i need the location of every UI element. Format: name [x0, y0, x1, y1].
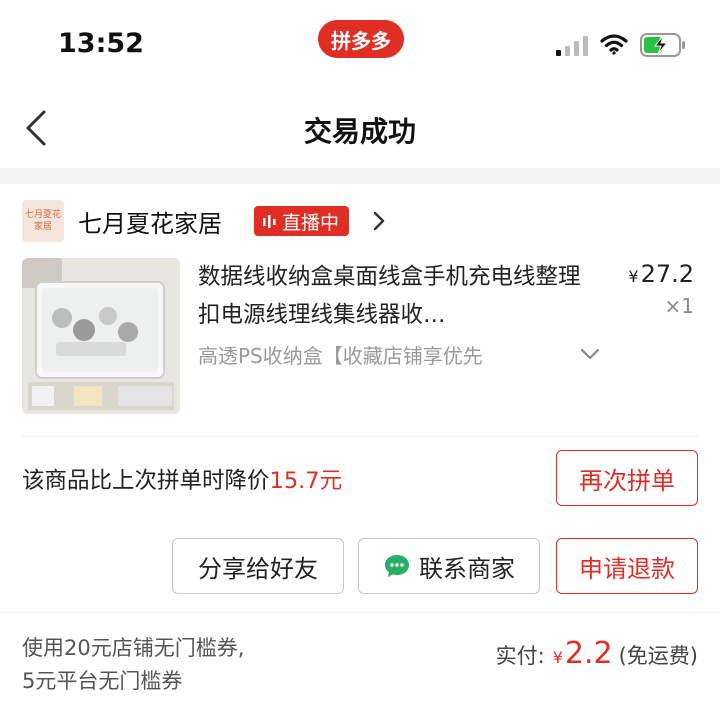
- product-photo: [22, 258, 180, 414]
- store-logo[interactable]: 七月夏花 家居: [22, 200, 64, 242]
- nav-bar: 交易成功: [0, 88, 720, 168]
- price-currency: ¥: [628, 267, 639, 286]
- store-logo-text-line1: 七月夏花: [24, 210, 61, 220]
- coupon-info: 使用20元店铺无门槛券, 5元平台无门槛券: [22, 632, 244, 698]
- divider: [0, 612, 720, 613]
- product-price: ¥27.2: [628, 260, 694, 288]
- divider: [22, 436, 698, 437]
- live-bars-icon: [263, 215, 276, 228]
- paid-currency: ¥: [552, 648, 563, 667]
- product-spec[interactable]: 高透PS收纳盒【收藏店铺享优先: [198, 340, 558, 369]
- price-value: 27.2: [640, 260, 694, 288]
- wifi-icon: [600, 34, 628, 55]
- battery-charging-icon: [640, 33, 685, 57]
- pinduoduo-logo: 拼多多: [318, 20, 404, 58]
- paid-summary: 实付: ¥ 2.2 (免运费): [496, 636, 698, 671]
- coupon-line-1: 使用20元店铺无门槛券,: [22, 636, 245, 660]
- page-title: 交易成功: [303, 115, 416, 148]
- live-badge-label: 直播中: [282, 211, 340, 234]
- share-button[interactable]: 分享给好友: [172, 538, 344, 594]
- paid-amount: 2.2: [564, 636, 613, 671]
- refund-button[interactable]: 申请退款: [556, 538, 698, 594]
- contact-seller-button[interactable]: 联系商家: [358, 538, 540, 594]
- store-name[interactable]: 七月夏花家居: [78, 204, 222, 239]
- shipping-note: (免运费): [618, 644, 698, 668]
- product-title[interactable]: 数据线收纳盒桌面线盒手机充电线整理扣电源线理线集线器收…: [198, 258, 598, 334]
- price-drop-notice: 该商品比上次拼单时降价15.7元: [22, 463, 342, 495]
- paid-label: 实付:: [495, 644, 545, 668]
- reorder-button[interactable]: 再次拼单: [556, 450, 698, 506]
- product-image[interactable]: [22, 258, 180, 414]
- status-bar: 13:52 拼多多: [0, 0, 720, 88]
- store-logo-text-line2: 家居: [33, 222, 52, 232]
- price-drop-text: 该商品比上次拼单时降价: [22, 468, 270, 494]
- price-drop-amount: 15.7元: [269, 468, 343, 494]
- product-title-text: 数据线收纳盒桌面线盒手机充电线整理扣电源线理线集线器收…: [198, 264, 581, 328]
- signal-icon: [556, 36, 588, 56]
- chat-icon: [385, 555, 409, 577]
- status-time: 13:52: [58, 28, 144, 59]
- section-gap: [0, 168, 720, 184]
- coupon-line-2: 5元平台无门槛券: [22, 669, 183, 693]
- contact-seller-label: 联系商家: [419, 554, 515, 583]
- product-quantity: ×1: [664, 294, 694, 318]
- chevron-right-icon[interactable]: [372, 211, 386, 231]
- chevron-down-icon[interactable]: [580, 347, 600, 361]
- live-badge[interactable]: 直播中: [254, 206, 350, 236]
